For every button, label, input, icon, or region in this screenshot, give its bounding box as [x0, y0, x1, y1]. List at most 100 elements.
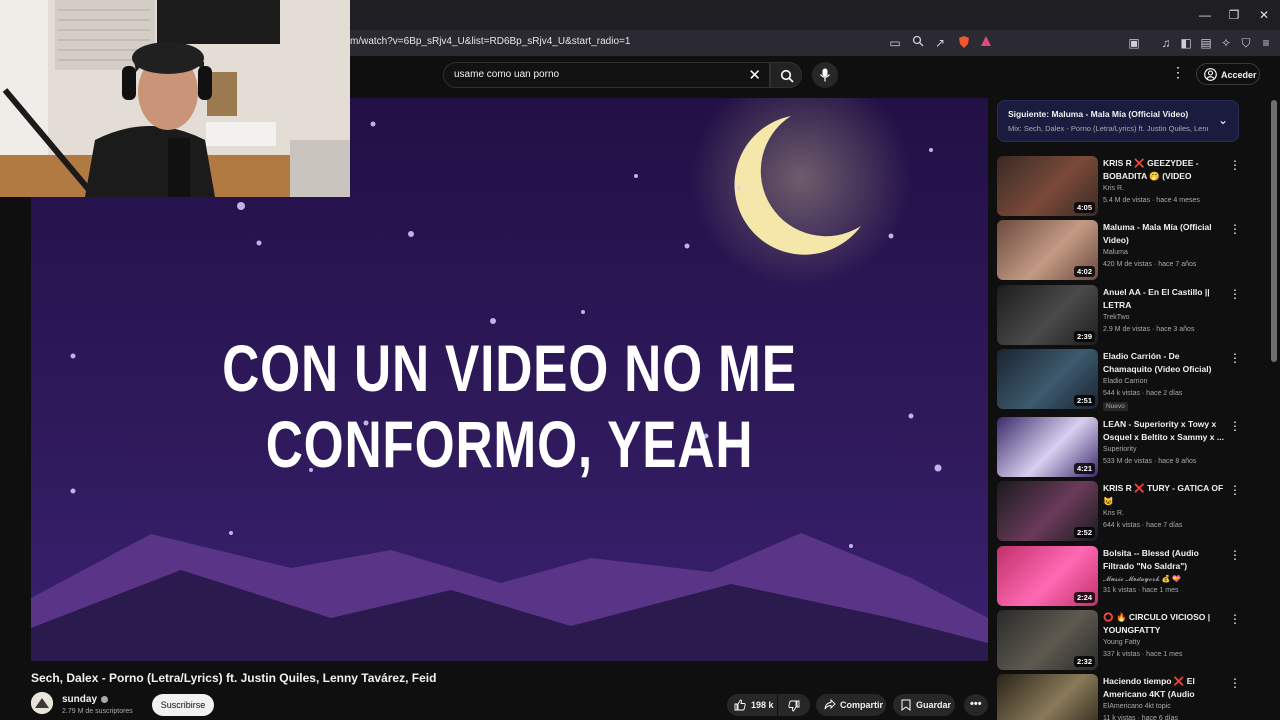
- recommendation-title[interactable]: KRIS R ❌ TURY - GATICA OF 😺: [1103, 482, 1225, 507]
- subscribe-button[interactable]: Suscribirse: [152, 694, 214, 716]
- menu-icon[interactable]: ≡: [1258, 35, 1274, 51]
- more-vert-icon[interactable]: ⋮: [1229, 612, 1241, 626]
- duration-badge: 2:32: [1073, 656, 1095, 667]
- url-text[interactable]: m/watch?v=6Bp_sRjv4_U&list=RD6Bp_sRjv4_U…: [350, 36, 630, 47]
- cast-icon[interactable]: ▭: [887, 35, 903, 51]
- more-vert-icon[interactable]: ⋮: [1229, 548, 1241, 562]
- recommendation-item[interactable]: 4:02 Maluma - Mala Mía (Official Video) Ma…: [997, 220, 1247, 282]
- dislike-button[interactable]: [778, 694, 810, 716]
- brave-shield-icon[interactable]: [956, 35, 972, 51]
- recommendation-channel[interactable]: Young Fatty: [1103, 639, 1140, 646]
- search-button[interactable]: [770, 62, 802, 88]
- video-thumbnail[interactable]: 2:32: [997, 610, 1098, 670]
- extensions-icon[interactable]: ✧: [1218, 35, 1234, 51]
- more-vert-icon[interactable]: ⋮: [1229, 676, 1241, 690]
- signin-button[interactable]: Acceder: [1196, 63, 1260, 85]
- save-label: Guardar: [916, 700, 952, 710]
- thumbs-down-icon: [788, 700, 800, 712]
- recommendation-meta: 11 k vistas · hace 6 días: [1103, 715, 1178, 720]
- recommendation-item[interactable]: Haciendo tiempo ❌ El Americano 4KT (Audi…: [997, 674, 1247, 720]
- like-button[interactable]: 198 k: [727, 694, 777, 716]
- search-input[interactable]: usame como uan porno: [454, 69, 559, 80]
- voice-search-button[interactable]: [812, 62, 838, 88]
- video-thumbnail[interactable]: 2:24: [997, 546, 1098, 606]
- video-thumbnail[interactable]: 2:52: [997, 481, 1098, 541]
- close-window-button[interactable]: ✕: [1249, 6, 1279, 24]
- recommendation-channel[interactable]: Eladio Carrion: [1103, 378, 1147, 385]
- recommendation-item[interactable]: 4:05 KRIS R ❌ GEEZYDEE - BOBADITA 🤭 (VIDE…: [997, 156, 1247, 218]
- share-page-icon[interactable]: ↗: [932, 35, 948, 51]
- upnext-subtitle: Mix: Sech, Dalex - Porno (Letra/Lyrics) …: [1008, 124, 1208, 133]
- more-vert-icon[interactable]: ⋮: [1229, 351, 1241, 365]
- recommendation-title[interactable]: Eladio Carrión - De Chamaquito (Video Of…: [1103, 350, 1225, 375]
- recommendation-item[interactable]: 2:39 Anuel AA - En El Castillo || LETRA Tr…: [997, 285, 1247, 347]
- scrollbar-thumb[interactable]: [1271, 100, 1277, 362]
- rewards-icon[interactable]: [978, 35, 994, 51]
- recommendation-channel[interactable]: 𝓜𝓾𝓼𝓲𝓬 𝓜𝓮𝓭𝓪𝔂𝓸𝓻𝓴 💰 💝: [1103, 575, 1181, 584]
- recommendation-title[interactable]: Bolsita -- Blessd (Audio Filtrado "No Sa…: [1103, 547, 1225, 572]
- vpn-icon[interactable]: ⛉: [1238, 35, 1254, 51]
- sidebar-icon[interactable]: ◧: [1178, 35, 1194, 51]
- recommendation-item[interactable]: 2:51 Eladio Carrión - De Chamaquito (Vide…: [997, 349, 1247, 411]
- search-box[interactable]: usame como uan porno ✕: [443, 62, 770, 88]
- recommendation-meta: 337 k vistas · hace 1 mes: [1103, 651, 1183, 658]
- recommendation-item[interactable]: 2:32 ⭕ 🔥 CIRCULO VICIOSO | YOUNGFATTY Youn…: [997, 610, 1247, 672]
- recommendation-meta: 533 M de vistas · hace 8 años: [1103, 458, 1197, 465]
- channel-name-text[interactable]: sunday: [62, 694, 97, 705]
- recommendation-title[interactable]: Anuel AA - En El Castillo || LETRA: [1103, 286, 1225, 311]
- chevron-down-icon[interactable]: ⌄: [1218, 113, 1228, 127]
- recommendation-channel[interactable]: ElAmericano 4kt topic: [1103, 703, 1171, 710]
- recommendation-meta: 2.9 M de vistas · hace 3 años: [1103, 326, 1195, 333]
- more-vert-icon[interactable]: ⋮: [1171, 64, 1185, 84]
- video-thumbnail[interactable]: 4:21: [997, 417, 1098, 477]
- recommendation-channel[interactable]: TrekTwo: [1103, 314, 1130, 321]
- channel-avatar[interactable]: [31, 692, 53, 714]
- reader-icon[interactable]: ▣: [1126, 35, 1142, 51]
- recommendation-channel[interactable]: Superiority: [1103, 446, 1136, 453]
- channel-name[interactable]: sunday: [62, 694, 109, 705]
- recommendation-title[interactable]: Haciendo tiempo ❌ El Americano 4KT (Audi…: [1103, 675, 1225, 701]
- close-icon[interactable]: ✕: [748, 66, 761, 84]
- recommendation-meta: 420 M de vistas · hace 7 años: [1103, 261, 1197, 268]
- recommendation-title[interactable]: ⭕ 🔥 CIRCULO VICIOSO | YOUNGFATTY: [1103, 611, 1225, 636]
- recommendation-meta: 31 k vistas · hace 1 mes: [1103, 587, 1179, 594]
- recommendation-title[interactable]: KRIS R ❌ GEEZYDEE - BOBADITA 🤭 (VIDEO OF…: [1103, 157, 1225, 183]
- video-thumbnail[interactable]: 4:05: [997, 156, 1098, 216]
- recommendation-title[interactable]: LEAN - Superiority x Towy x Osquel x Bel…: [1103, 418, 1225, 443]
- webcam-overlay: [0, 0, 350, 197]
- video-thumbnail[interactable]: 2:39: [997, 285, 1098, 345]
- more-vert-icon[interactable]: ⋮: [1229, 419, 1241, 433]
- zoom-icon[interactable]: [910, 35, 926, 51]
- recommendation-item[interactable]: 4:21 LEAN - Superiority x Towy x Osquel x…: [997, 417, 1247, 479]
- save-button[interactable]: Guardar: [893, 694, 955, 716]
- webcam-feed-image: [0, 0, 350, 197]
- browser-window: — ❐ ✕ m/watch?v=6Bp_sRjv4_U&list=RD6Bp_s…: [0, 0, 1280, 720]
- recommendation-meta: 544 k vistas · hace 2 días: [1103, 390, 1183, 397]
- recommendation-channel[interactable]: Kris R.: [1103, 185, 1124, 192]
- recommendation-channel[interactable]: Maluma: [1103, 249, 1128, 256]
- duration-badge: 2:52: [1073, 527, 1095, 538]
- page-scrollbar[interactable]: [1270, 96, 1278, 720]
- restore-button[interactable]: ❐: [1219, 6, 1249, 24]
- more-vert-icon[interactable]: ⋮: [1229, 158, 1241, 172]
- video-thumbnail[interactable]: 4:02: [997, 220, 1098, 280]
- share-button[interactable]: Compartir: [816, 694, 886, 716]
- wallet-icon[interactable]: ▤: [1198, 35, 1214, 51]
- music-icon[interactable]: ♫: [1158, 35, 1174, 51]
- recommendation-channel[interactable]: Kris R.: [1103, 510, 1124, 517]
- recommendation-item[interactable]: 2:52 KRIS R ❌ TURY - GATICA OF 😺 Kris R. 64…: [997, 481, 1247, 543]
- more-vert-icon[interactable]: ⋮: [1229, 222, 1241, 236]
- lyric-caption: CON UN VIDEO NO ME CONFORMO, YEAH: [222, 331, 797, 481]
- minimize-button[interactable]: —: [1190, 6, 1220, 24]
- video-title: Sech, Dalex - Porno (Letra/Lyrics) ft. J…: [31, 671, 437, 685]
- more-vert-icon[interactable]: ⋮: [1229, 483, 1241, 497]
- account-icon: [1204, 68, 1217, 81]
- video-thumbnail[interactable]: [997, 674, 1098, 720]
- more-vert-icon[interactable]: ⋮: [1229, 287, 1241, 301]
- video-thumbnail[interactable]: 2:51: [997, 349, 1098, 409]
- recommendation-title[interactable]: Maluma - Mala Mía (Official Video): [1103, 221, 1225, 246]
- recommendation-item[interactable]: 2:24 Bolsita -- Blessd (Audio Filtrado "N…: [997, 546, 1247, 608]
- more-actions-button[interactable]: •••: [964, 694, 988, 716]
- mix-playlist-panel[interactable]: Siguiente: Maluma - Mala Mía (Official V…: [997, 100, 1239, 142]
- subscriber-count: 2.79 M de suscriptores: [62, 708, 133, 715]
